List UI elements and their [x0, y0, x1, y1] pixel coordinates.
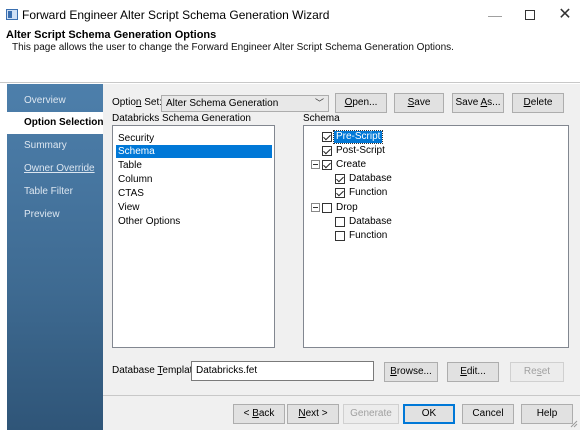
sidebar-item-owner-override[interactable]: Owner Override: [24, 163, 95, 174]
checkbox-checked-icon[interactable]: [335, 173, 345, 184]
cancel-button[interactable]: Cancel: [462, 404, 514, 424]
wizard-sidebar: Overview Option Selection Summary Owner …: [7, 84, 115, 430]
list-item-security[interactable]: Security: [116, 132, 272, 145]
collapse-icon[interactable]: [311, 160, 320, 169]
sidebar-item-preview[interactable]: Preview: [24, 209, 60, 220]
checkbox-unchecked-icon[interactable]: [335, 216, 345, 227]
tree-node-drop-function[interactable]: Function: [335, 229, 389, 242]
browse-button[interactable]: Browse...: [384, 362, 438, 382]
title-bar: Forward Engineer Alter Script Schema Gen…: [0, 0, 580, 30]
list-item-table[interactable]: Table: [116, 159, 272, 172]
option-set-label: Option Set:: [112, 97, 163, 108]
list-item-ctas[interactable]: CTAS: [116, 187, 272, 200]
checkbox-checked-icon[interactable]: [335, 187, 345, 198]
help-button[interactable]: Help: [521, 404, 573, 424]
tree-node-post-script[interactable]: Post-Script: [322, 144, 387, 157]
footer-divider: [103, 395, 580, 396]
list-item-schema[interactable]: Schema: [116, 145, 272, 158]
database-template-label: Database Template:: [112, 365, 201, 376]
edit-button[interactable]: Edit...: [447, 362, 499, 382]
generate-button[interactable]: Generate: [343, 404, 399, 424]
delete-button[interactable]: Delete: [512, 93, 564, 113]
option-set-dropdown[interactable]: Alter Schema Generation ﹀: [161, 95, 329, 112]
close-button[interactable]: ✕: [548, 4, 580, 26]
list-item-view[interactable]: View: [116, 201, 272, 214]
sidebar-item-overview[interactable]: Overview: [24, 95, 66, 106]
list-item-other-options[interactable]: Other Options: [116, 215, 272, 228]
page-description: This page allows the user to change the …: [12, 42, 454, 53]
ok-button[interactable]: OK: [403, 404, 455, 424]
tree-node-create-function[interactable]: Function: [335, 186, 389, 199]
resize-grip-icon[interactable]: [568, 418, 578, 428]
option-category-list[interactable]: Security Schema Table Column CTAS View O…: [112, 125, 275, 348]
option-set-value: Alter Schema Generation: [166, 98, 279, 109]
save-button[interactable]: Save: [394, 93, 444, 113]
sidebar-item-table-filter[interactable]: Table Filter: [24, 186, 73, 197]
sidebar-item-summary[interactable]: Summary: [24, 140, 67, 151]
save-as-button[interactable]: Save As...: [452, 93, 504, 113]
checkbox-checked-icon[interactable]: [322, 159, 332, 170]
list-item-column[interactable]: Column: [116, 173, 272, 186]
main-panel: Option Set: Alter Schema Generation ﹀ Op…: [103, 84, 580, 430]
app-icon: [6, 9, 18, 20]
reset-button[interactable]: Reset: [510, 362, 564, 382]
next-button[interactable]: Next >: [287, 404, 339, 424]
checkbox-unchecked-icon[interactable]: [322, 202, 332, 213]
checkbox-checked-icon[interactable]: [322, 145, 332, 156]
open-button[interactable]: Open...: [335, 93, 387, 113]
back-button[interactable]: < Back: [233, 404, 285, 424]
tree-node-create-database[interactable]: Database: [335, 172, 394, 185]
schema-options-tree[interactable]: Pre-Script Post-Script Create Database F…: [303, 125, 569, 348]
checkbox-checked-icon[interactable]: [322, 131, 332, 142]
database-template-input[interactable]: Databricks.fet: [191, 361, 374, 381]
page-heading: Alter Script Schema Generation Options: [6, 29, 217, 41]
chevron-down-icon: ﹀: [314, 98, 324, 108]
collapse-icon[interactable]: [311, 203, 320, 212]
header-divider: [0, 82, 580, 83]
tree-node-drop-database[interactable]: Database: [335, 215, 394, 228]
checkbox-unchecked-icon[interactable]: [335, 230, 345, 241]
right-panel-header: Schema: [303, 113, 340, 124]
maximize-icon: [525, 10, 535, 20]
sidebar-item-option-selection[interactable]: Option Selection: [7, 112, 115, 134]
window-title: Forward Engineer Alter Script Schema Gen…: [22, 8, 330, 22]
tree-node-create[interactable]: Create: [311, 158, 368, 171]
maximize-button[interactable]: [513, 4, 547, 26]
left-panel-header: Databricks Schema Generation: [112, 113, 251, 124]
tree-node-pre-script[interactable]: Pre-Script: [322, 129, 384, 144]
minimize-button[interactable]: —: [478, 4, 512, 26]
tree-node-drop[interactable]: Drop: [311, 201, 360, 214]
